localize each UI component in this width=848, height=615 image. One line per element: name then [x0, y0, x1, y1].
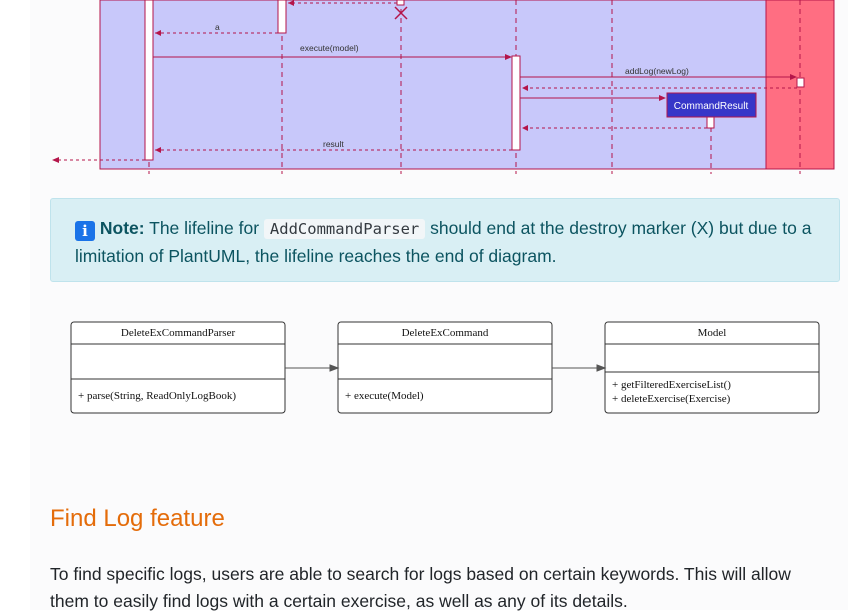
- class-diagram: DeleteExCommandParser + parse(String, Re…: [50, 300, 842, 435]
- class-name: DeleteExCommand: [402, 327, 489, 339]
- class-method: + deleteExercise(Exercise): [612, 393, 731, 405]
- class-name: DeleteExCommandParser: [121, 327, 236, 339]
- message-label-result: result: [323, 139, 344, 149]
- activation-bar: [796, 77, 805, 88]
- message-label-addlog: addLog(newLog): [625, 66, 689, 76]
- message-label-a: a: [215, 22, 220, 32]
- class-method: + execute(Model): [345, 390, 424, 402]
- info-icon: i: [75, 221, 95, 241]
- note-text-before: The lifeline for: [144, 218, 264, 238]
- activation-bar: [511, 55, 521, 151]
- section-title: Find Log feature: [50, 505, 225, 532]
- activation-bar: [706, 116, 715, 129]
- message-label-execute: execute(model): [300, 43, 359, 53]
- logic-region: [99, 0, 767, 170]
- section-paragraph: To find specific logs, users are able to…: [50, 564, 791, 611]
- command-result-label: CommandResult: [674, 101, 749, 112]
- activation-bar: [144, 0, 154, 161]
- note-label: Note:: [99, 218, 145, 238]
- note-callout: i Note: The lifeline for AddCommandParse…: [50, 198, 840, 282]
- activation-bar: [396, 0, 405, 6]
- activation-bar: [277, 0, 287, 34]
- sequence-diagram: a execute(model) addLog(newLog) result C…: [52, 0, 835, 174]
- inline-code: AddCommandParser: [263, 219, 426, 239]
- class-method: + getFilteredExerciseList(): [612, 379, 731, 391]
- class-name: Model: [698, 327, 727, 339]
- class-method: + parse(String, ReadOnlyLogBook): [78, 390, 236, 402]
